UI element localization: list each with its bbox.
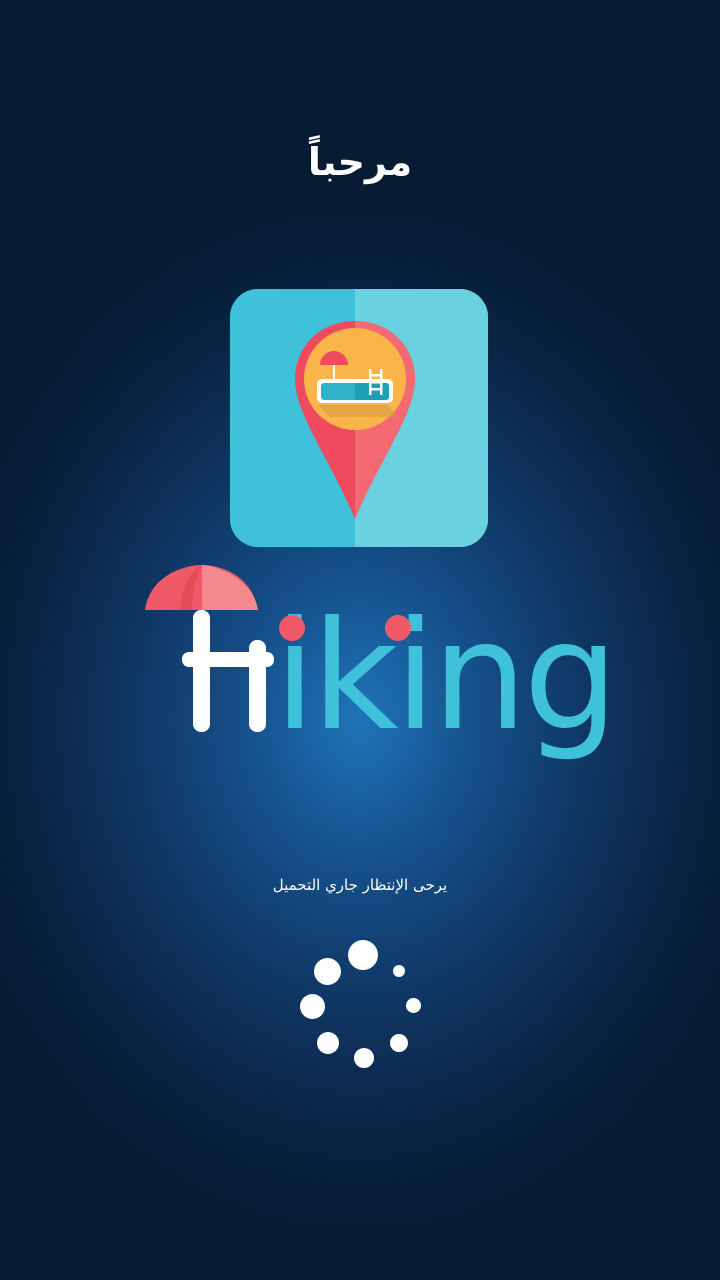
hiking-logo-art: iking <box>145 565 619 764</box>
loading-spinner-icon <box>300 940 424 1070</box>
beach-umbrella-icon <box>145 565 258 610</box>
logo-text: iking <box>274 590 615 764</box>
app-icon <box>230 289 488 547</box>
hiking-logo: iking <box>140 560 619 785</box>
welcome-title: مرحباً <box>307 140 413 184</box>
loading-message: يرحى الإنتظار جاري التحميل <box>272 876 448 894</box>
map-pin-pool-icon <box>230 289 488 547</box>
